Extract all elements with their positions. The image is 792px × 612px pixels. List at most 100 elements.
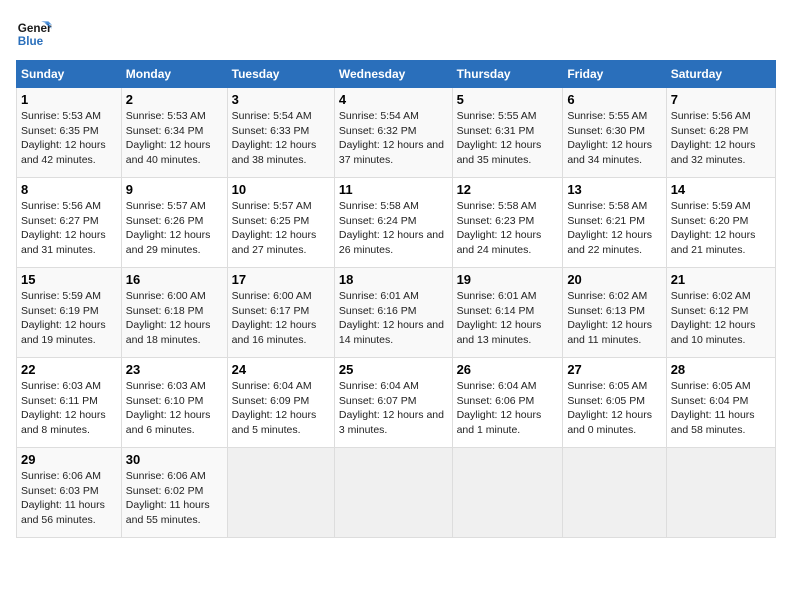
calendar-cell: 14 Sunrise: 5:59 AMSunset: 6:20 PMDaylig… <box>666 178 775 268</box>
col-header-wednesday: Wednesday <box>334 61 452 88</box>
day-detail: Sunrise: 5:55 AMSunset: 6:30 PMDaylight:… <box>567 109 661 168</box>
day-detail: Sunrise: 5:56 AMSunset: 6:28 PMDaylight:… <box>671 109 771 168</box>
calendar-cell: 8 Sunrise: 5:56 AMSunset: 6:27 PMDayligh… <box>17 178 122 268</box>
day-detail: Sunrise: 6:05 AMSunset: 6:05 PMDaylight:… <box>567 379 661 438</box>
calendar-cell: 2 Sunrise: 5:53 AMSunset: 6:34 PMDayligh… <box>121 88 227 178</box>
calendar-week-3: 15 Sunrise: 5:59 AMSunset: 6:19 PMDaylig… <box>17 268 776 358</box>
calendar-cell <box>563 448 666 538</box>
calendar-cell: 24 Sunrise: 6:04 AMSunset: 6:09 PMDaylig… <box>227 358 334 448</box>
day-number: 17 <box>232 272 330 287</box>
col-header-monday: Monday <box>121 61 227 88</box>
calendar-cell: 11 Sunrise: 5:58 AMSunset: 6:24 PMDaylig… <box>334 178 452 268</box>
day-number: 9 <box>126 182 223 197</box>
col-header-thursday: Thursday <box>452 61 563 88</box>
day-detail: Sunrise: 6:06 AMSunset: 6:03 PMDaylight:… <box>21 469 117 528</box>
day-detail: Sunrise: 5:58 AMSunset: 6:24 PMDaylight:… <box>339 199 448 258</box>
day-detail: Sunrise: 6:00 AMSunset: 6:17 PMDaylight:… <box>232 289 330 348</box>
calendar-cell: 7 Sunrise: 5:56 AMSunset: 6:28 PMDayligh… <box>666 88 775 178</box>
calendar-cell: 29 Sunrise: 6:06 AMSunset: 6:03 PMDaylig… <box>17 448 122 538</box>
day-detail: Sunrise: 6:02 AMSunset: 6:13 PMDaylight:… <box>567 289 661 348</box>
day-detail: Sunrise: 6:03 AMSunset: 6:11 PMDaylight:… <box>21 379 117 438</box>
day-number: 28 <box>671 362 771 377</box>
calendar-cell: 27 Sunrise: 6:05 AMSunset: 6:05 PMDaylig… <box>563 358 666 448</box>
day-number: 12 <box>457 182 559 197</box>
day-number: 24 <box>232 362 330 377</box>
calendar-cell: 13 Sunrise: 5:58 AMSunset: 6:21 PMDaylig… <box>563 178 666 268</box>
col-header-friday: Friday <box>563 61 666 88</box>
day-number: 29 <box>21 452 117 467</box>
day-number: 22 <box>21 362 117 377</box>
day-number: 5 <box>457 92 559 107</box>
calendar-cell <box>227 448 334 538</box>
day-detail: Sunrise: 5:57 AMSunset: 6:25 PMDaylight:… <box>232 199 330 258</box>
day-detail: Sunrise: 6:04 AMSunset: 6:07 PMDaylight:… <box>339 379 448 438</box>
calendar-cell: 1 Sunrise: 5:53 AMSunset: 6:35 PMDayligh… <box>17 88 122 178</box>
day-detail: Sunrise: 5:54 AMSunset: 6:33 PMDaylight:… <box>232 109 330 168</box>
day-detail: Sunrise: 5:56 AMSunset: 6:27 PMDaylight:… <box>21 199 117 258</box>
day-detail: Sunrise: 6:03 AMSunset: 6:10 PMDaylight:… <box>126 379 223 438</box>
day-detail: Sunrise: 5:59 AMSunset: 6:19 PMDaylight:… <box>21 289 117 348</box>
day-number: 10 <box>232 182 330 197</box>
svg-text:Blue: Blue <box>18 35 44 48</box>
calendar-header-row: SundayMondayTuesdayWednesdayThursdayFrid… <box>17 61 776 88</box>
day-detail: Sunrise: 6:00 AMSunset: 6:18 PMDaylight:… <box>126 289 223 348</box>
day-detail: Sunrise: 5:54 AMSunset: 6:32 PMDaylight:… <box>339 109 448 168</box>
day-number: 26 <box>457 362 559 377</box>
logo-icon: General Blue <box>16 16 52 52</box>
calendar-cell: 12 Sunrise: 5:58 AMSunset: 6:23 PMDaylig… <box>452 178 563 268</box>
calendar-cell: 26 Sunrise: 6:04 AMSunset: 6:06 PMDaylig… <box>452 358 563 448</box>
day-detail: Sunrise: 6:02 AMSunset: 6:12 PMDaylight:… <box>671 289 771 348</box>
calendar-cell: 19 Sunrise: 6:01 AMSunset: 6:14 PMDaylig… <box>452 268 563 358</box>
calendar-cell <box>666 448 775 538</box>
day-detail: Sunrise: 6:06 AMSunset: 6:02 PMDaylight:… <box>126 469 223 528</box>
day-number: 27 <box>567 362 661 377</box>
calendar-week-4: 22 Sunrise: 6:03 AMSunset: 6:11 PMDaylig… <box>17 358 776 448</box>
day-number: 11 <box>339 182 448 197</box>
day-detail: Sunrise: 5:57 AMSunset: 6:26 PMDaylight:… <box>126 199 223 258</box>
calendar-cell: 21 Sunrise: 6:02 AMSunset: 6:12 PMDaylig… <box>666 268 775 358</box>
day-detail: Sunrise: 5:58 AMSunset: 6:21 PMDaylight:… <box>567 199 661 258</box>
calendar-cell: 10 Sunrise: 5:57 AMSunset: 6:25 PMDaylig… <box>227 178 334 268</box>
calendar-cell: 28 Sunrise: 6:05 AMSunset: 6:04 PMDaylig… <box>666 358 775 448</box>
calendar-cell: 18 Sunrise: 6:01 AMSunset: 6:16 PMDaylig… <box>334 268 452 358</box>
day-detail: Sunrise: 6:04 AMSunset: 6:09 PMDaylight:… <box>232 379 330 438</box>
day-detail: Sunrise: 6:01 AMSunset: 6:14 PMDaylight:… <box>457 289 559 348</box>
col-header-sunday: Sunday <box>17 61 122 88</box>
day-number: 2 <box>126 92 223 107</box>
day-number: 23 <box>126 362 223 377</box>
calendar-cell <box>334 448 452 538</box>
calendar-cell: 23 Sunrise: 6:03 AMSunset: 6:10 PMDaylig… <box>121 358 227 448</box>
day-number: 19 <box>457 272 559 287</box>
calendar-cell: 20 Sunrise: 6:02 AMSunset: 6:13 PMDaylig… <box>563 268 666 358</box>
day-detail: Sunrise: 5:58 AMSunset: 6:23 PMDaylight:… <box>457 199 559 258</box>
calendar-cell: 15 Sunrise: 5:59 AMSunset: 6:19 PMDaylig… <box>17 268 122 358</box>
calendar-cell: 22 Sunrise: 6:03 AMSunset: 6:11 PMDaylig… <box>17 358 122 448</box>
calendar-cell <box>452 448 563 538</box>
day-number: 3 <box>232 92 330 107</box>
day-number: 20 <box>567 272 661 287</box>
day-number: 30 <box>126 452 223 467</box>
day-detail: Sunrise: 5:53 AMSunset: 6:34 PMDaylight:… <box>126 109 223 168</box>
day-number: 13 <box>567 182 661 197</box>
logo: General Blue <box>16 16 56 52</box>
calendar-cell: 17 Sunrise: 6:00 AMSunset: 6:17 PMDaylig… <box>227 268 334 358</box>
day-number: 15 <box>21 272 117 287</box>
calendar-cell: 6 Sunrise: 5:55 AMSunset: 6:30 PMDayligh… <box>563 88 666 178</box>
day-number: 21 <box>671 272 771 287</box>
day-detail: Sunrise: 6:01 AMSunset: 6:16 PMDaylight:… <box>339 289 448 348</box>
calendar-cell: 4 Sunrise: 5:54 AMSunset: 6:32 PMDayligh… <box>334 88 452 178</box>
day-number: 6 <box>567 92 661 107</box>
day-number: 4 <box>339 92 448 107</box>
day-number: 18 <box>339 272 448 287</box>
calendar-cell: 30 Sunrise: 6:06 AMSunset: 6:02 PMDaylig… <box>121 448 227 538</box>
calendar-week-1: 1 Sunrise: 5:53 AMSunset: 6:35 PMDayligh… <box>17 88 776 178</box>
calendar-cell: 9 Sunrise: 5:57 AMSunset: 6:26 PMDayligh… <box>121 178 227 268</box>
day-detail: Sunrise: 5:53 AMSunset: 6:35 PMDaylight:… <box>21 109 117 168</box>
calendar-cell: 5 Sunrise: 5:55 AMSunset: 6:31 PMDayligh… <box>452 88 563 178</box>
col-header-tuesday: Tuesday <box>227 61 334 88</box>
day-number: 16 <box>126 272 223 287</box>
day-number: 1 <box>21 92 117 107</box>
calendar-week-2: 8 Sunrise: 5:56 AMSunset: 6:27 PMDayligh… <box>17 178 776 268</box>
calendar-table: SundayMondayTuesdayWednesdayThursdayFrid… <box>16 60 776 538</box>
calendar-cell: 25 Sunrise: 6:04 AMSunset: 6:07 PMDaylig… <box>334 358 452 448</box>
